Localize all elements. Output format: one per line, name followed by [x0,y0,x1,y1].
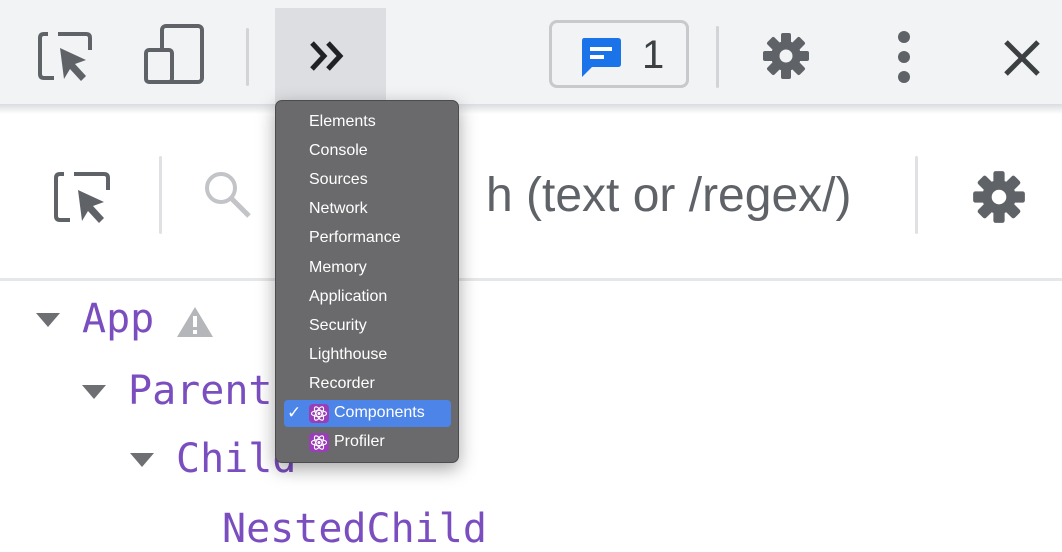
component-name: App [82,296,155,342]
more-tabs-menu: Elements Console Sources Network Perform… [275,100,459,463]
vertical-ellipsis-icon[interactable] [896,30,912,89]
react-icon [309,404,329,423]
menu-item-application[interactable]: Application [284,284,451,311]
menu-item-recorder[interactable]: Recorder [284,371,451,398]
menu-item-label: Application [309,288,388,305]
close-icon[interactable] [1002,38,1042,83]
menu-item-network[interactable]: Network [284,196,451,223]
menu-item-performance[interactable]: Performance [284,225,451,252]
menu-item-security[interactable]: Security [284,313,451,340]
react-icon [309,433,329,452]
menu-item-memory[interactable]: Memory [284,255,451,282]
gear-icon[interactable] [972,170,1026,229]
issues-message-icon [582,38,621,77]
expand-arrow-icon[interactable] [82,385,106,399]
menu-item-label: Recorder [309,375,375,392]
device-toolbar-icon[interactable] [144,24,206,91]
checkmark-icon: ✓ [287,403,302,422]
warning-icon [175,305,215,344]
issues-button[interactable]: 1 [549,20,689,88]
menu-item-label: Network [309,200,368,217]
toolbar-divider [0,104,1062,114]
component-name: NestedChild [222,506,487,552]
panel-separator [915,156,918,234]
search-icon [203,170,253,225]
tree-row-parent[interactable]: Parent [0,368,1062,418]
panel-toolbar-border [0,278,1062,281]
menu-item-label: Elements [309,113,376,130]
menu-item-label: Memory [309,259,367,276]
issues-count: 1 [642,33,665,77]
menu-item-profiler[interactable]: Profiler [284,429,451,456]
menu-item-label: Performance [309,229,401,246]
menu-item-lighthouse[interactable]: Lighthouse [284,342,451,369]
more-tabs-button[interactable] [275,8,386,104]
search-input[interactable]: h (text or /regex/) [486,168,851,223]
component-name: Parent [128,368,273,414]
expand-arrow-icon[interactable] [130,453,154,467]
tree-row-app[interactable]: App [0,296,1062,346]
menu-item-label: Lighthouse [309,346,388,363]
menu-item-components[interactable]: ✓ Components [284,400,451,427]
toolbar-separator [246,28,249,86]
gear-icon[interactable] [762,32,810,85]
double-chevron-right-icon [310,41,344,71]
menu-item-label: Sources [309,171,368,188]
devtools-toolbar: 1 [0,0,1062,104]
tree-row-nestedchild[interactable]: NestedChild [0,506,1062,552]
tree-row-child[interactable]: Child [0,436,1062,486]
panel-separator [159,156,162,234]
menu-item-console[interactable]: Console [284,138,451,165]
menu-item-elements[interactable]: Elements [284,109,451,136]
inspect-element-icon[interactable] [38,30,94,89]
menu-item-label: Console [309,142,368,159]
expand-arrow-icon[interactable] [36,313,60,327]
menu-item-label: Profiler [334,433,385,450]
menu-item-sources[interactable]: Sources [284,167,451,194]
toolbar-separator [716,26,719,88]
select-component-icon[interactable] [54,170,112,231]
menu-item-label: Security [309,317,367,334]
menu-item-label: Components [334,404,425,421]
